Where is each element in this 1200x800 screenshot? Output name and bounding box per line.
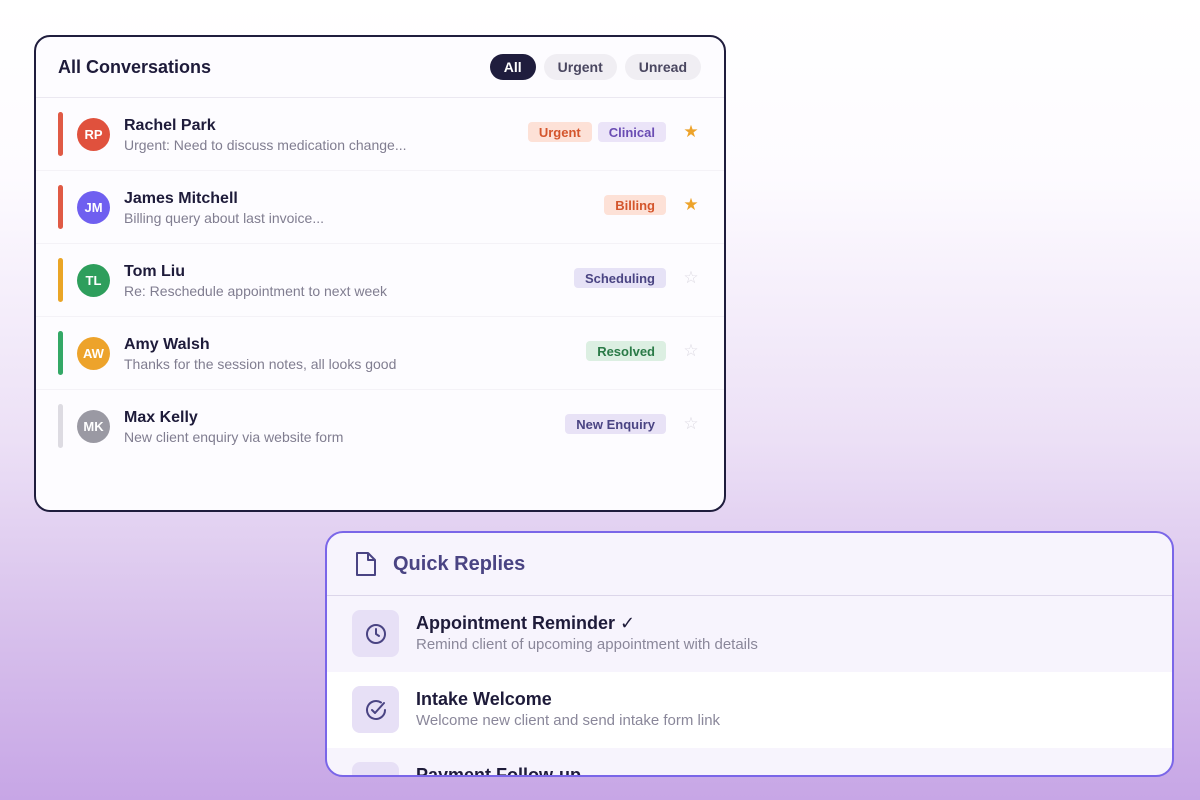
quick-reply-description: Welcome new client and send intake form … [416,712,721,729]
conversations-header: All Conversations All Urgent Unread [36,37,724,98]
check-circle-icon [365,699,386,720]
payment-icon [364,774,388,778]
tag-clinical: Clinical [597,122,666,142]
conversation-name: James Mitchell [124,190,238,207]
conversation-row[interactable]: JM James Mitchell Billing query about la… [36,171,724,244]
conversation-preview: Re: Reschedule appointment to next week [124,283,388,299]
avatar: RP [77,118,110,151]
quick-reply-name: Appointment Reminder ✓ [416,613,636,633]
quick-reply-item[interactable]: Appointment Reminder ✓ Remind client of … [327,596,1172,672]
conversation-name: Rachel Park [124,117,216,134]
conversation-row[interactable]: MK Max Kelly New client enquiry via webs… [36,390,724,463]
document-icon [356,552,376,576]
conversation-preview: Thanks for the session notes, all looks … [124,356,397,372]
filter-unread-button[interactable]: Unread [624,54,701,80]
tag-billing: Billing [604,195,666,215]
avatar: MK [77,410,110,443]
quick-replies-title: Quick Replies [393,552,526,575]
conversation-row[interactable]: AW Amy Walsh Thanks for the session note… [36,317,724,390]
quick-replies-header: Quick Replies [327,533,1172,596]
filter-group: All Urgent Unread [489,54,701,80]
star-outline-icon[interactable]: ☆ [680,341,702,361]
tag-urgent: Urgent [527,122,592,142]
conversations-title: All Conversations [58,56,212,77]
quick-replies-panel: Quick Replies Appointment Reminder ✓ Rem… [325,531,1174,777]
priority-bar [58,331,63,375]
priority-bar [58,185,63,229]
star-icon[interactable]: ★ [680,195,702,215]
star-outline-icon[interactable]: ☆ [680,414,702,434]
quick-reply-description: Remind client of upcoming appointment wi… [416,636,758,653]
avatar: AW [77,337,110,370]
conversation-name: Amy Walsh [124,336,210,353]
quick-reply-icon-box [352,686,399,733]
priority-bar [58,258,63,302]
avatar: TL [77,264,110,297]
conversation-name: Max Kelly [124,409,198,426]
quick-reply-name: Payment Follow-up [416,765,582,777]
quick-reply-item[interactable]: Payment Follow-up [327,748,1172,778]
conversation-preview: Urgent: Need to discuss medication chang… [124,137,407,153]
conversation-row[interactable]: TL Tom Liu Re: Reschedule appointment to… [36,244,724,317]
star-icon[interactable]: ★ [680,122,702,142]
priority-bar [58,112,63,156]
star-outline-icon[interactable]: ☆ [680,268,702,288]
conversation-row[interactable]: RP Rachel Park Urgent: Need to discuss m… [36,98,724,171]
filter-all-button[interactable]: All [489,54,536,80]
conversation-list: RP Rachel Park Urgent: Need to discuss m… [36,98,724,463]
conversation-preview: New client enquiry via website form [124,429,344,445]
tag-resolved: Resolved [586,341,666,361]
priority-bar [58,404,63,448]
conversation-preview: Billing query about last invoice... [124,210,324,226]
tag-scheduling: Scheduling [573,268,666,288]
quick-reply-icon-box [352,610,399,657]
quick-reply-item[interactable]: Intake Welcome Welcome new client and se… [327,672,1172,748]
avatar: JM [77,191,110,224]
conversations-panel: All Conversations All Urgent Unread RP R… [34,35,726,512]
clock-icon [365,623,386,644]
conversation-name: Tom Liu [124,263,186,280]
tag-new-enquiry: New Enquiry [565,414,666,434]
quick-reply-name: Intake Welcome [416,689,552,709]
filter-urgent-button[interactable]: Urgent [543,54,617,80]
quick-reply-icon-box [352,762,399,778]
